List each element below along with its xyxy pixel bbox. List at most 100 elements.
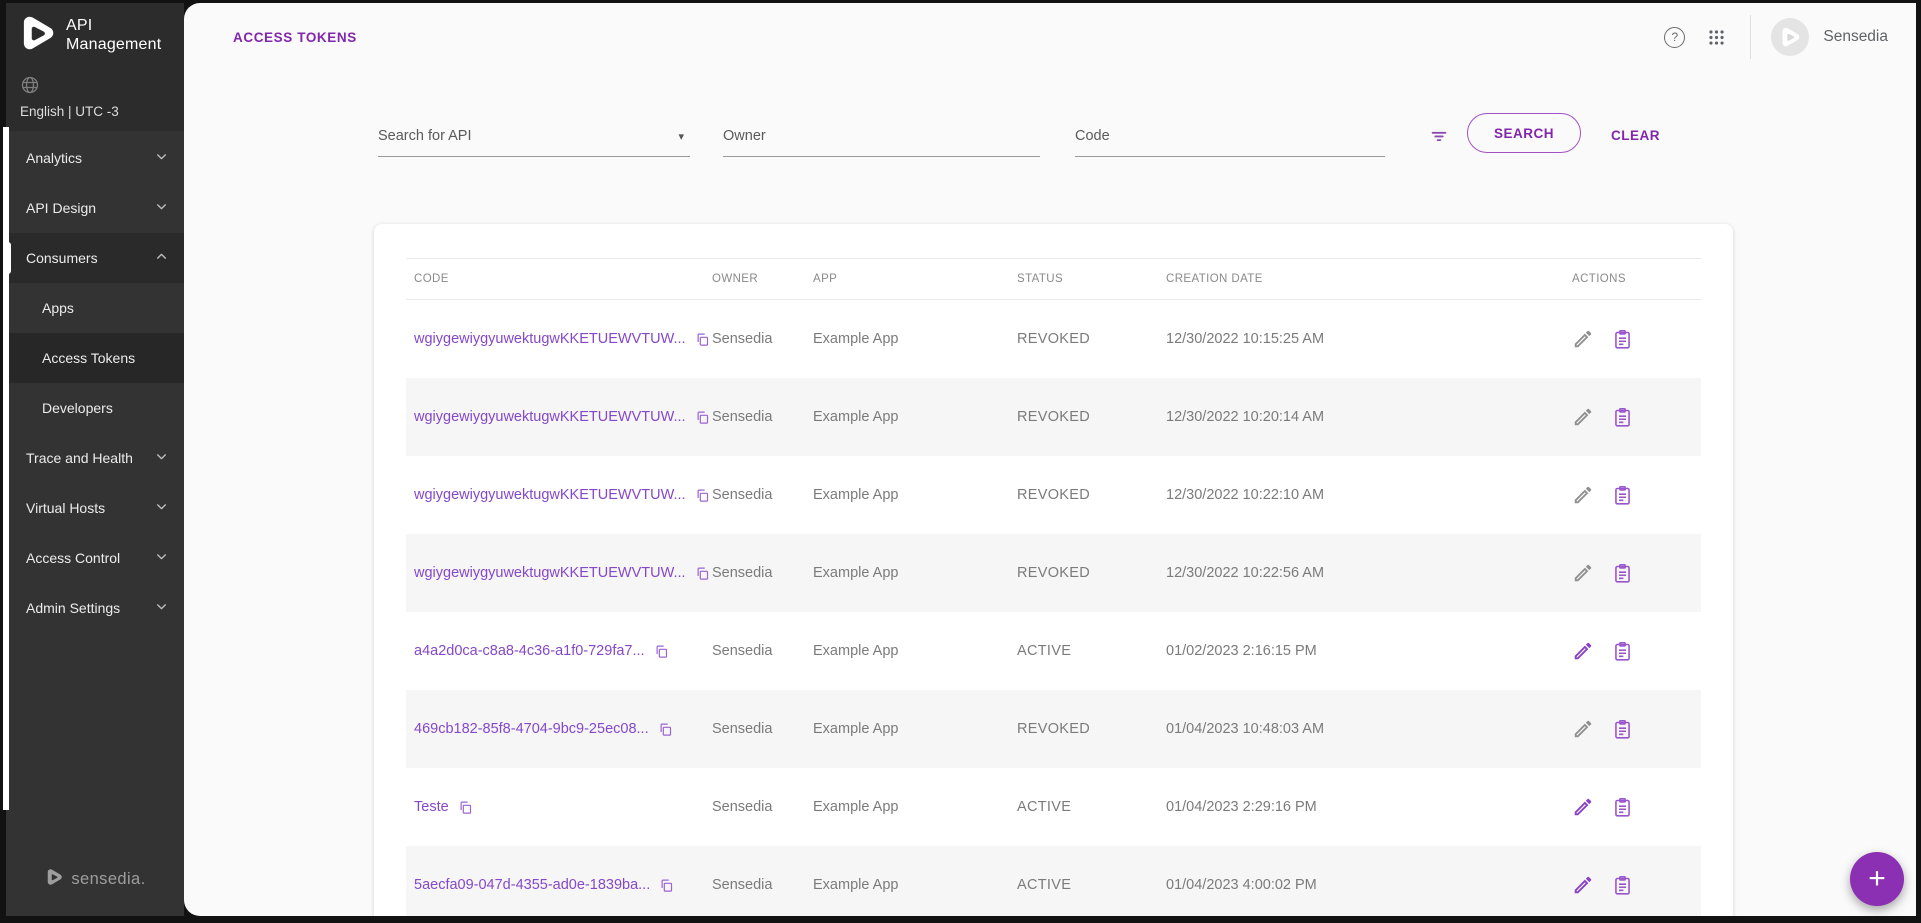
column-header-owner: OWNER (712, 273, 813, 285)
sidebar-item-analytics[interactable]: Analytics (6, 133, 184, 183)
clipboard-icon[interactable] (1612, 797, 1633, 818)
token-code-link[interactable]: Teste (414, 799, 449, 815)
edit-icon[interactable] (1572, 640, 1594, 662)
chevron-down-icon (155, 500, 168, 516)
apps-grid-button[interactable] (1707, 28, 1726, 47)
dropdown-arrow-icon: ▾ (678, 130, 684, 143)
copy-icon[interactable] (695, 566, 710, 581)
copy-icon[interactable] (654, 644, 669, 659)
sidebar-item-label: Virtual Hosts (26, 500, 105, 516)
column-header-code: CODE (414, 273, 712, 285)
sidebar-item-label: Access Tokens (42, 350, 135, 366)
token-code-link[interactable]: wgiygewiygyuwektugwKKETUEWVTUW... (414, 487, 686, 503)
column-header-creation-date: CREATION DATE (1166, 273, 1572, 285)
app-cell: Example App (813, 877, 1017, 893)
copy-icon[interactable] (658, 722, 673, 737)
clipboard-icon[interactable] (1612, 563, 1633, 584)
app-cell: Example App (813, 721, 1017, 737)
sidebar-item-label: Developers (42, 400, 113, 416)
clipboard-icon[interactable] (1612, 719, 1633, 740)
status-cell: ACTIVE (1017, 877, 1166, 893)
sidebar-scrollbar[interactable] (3, 127, 9, 810)
copy-icon[interactable] (695, 332, 710, 347)
sidebar-item-access-control[interactable]: Access Control (6, 533, 184, 583)
api-select[interactable]: Search for API ▾ (378, 128, 690, 157)
owner-cell: Sensedia (712, 799, 813, 815)
edit-icon[interactable] (1572, 484, 1594, 506)
status-cell: REVOKED (1017, 565, 1166, 581)
logo-title: API Management (66, 16, 161, 54)
sensedia-icon (44, 867, 64, 892)
edit-icon[interactable] (1572, 874, 1594, 896)
language-selector[interactable]: English | UTC -3 (6, 67, 184, 131)
sidebar-item-trace-and-health[interactable]: Trace and Health (6, 433, 184, 483)
clipboard-icon[interactable] (1612, 485, 1633, 506)
sidebar-item-admin-settings[interactable]: Admin Settings (6, 583, 184, 633)
table-header: CODE OWNER APP STATUS CREATION DATE ACTI… (406, 258, 1701, 300)
sidebar-item-label: Access Control (26, 550, 120, 566)
filter-bar: Search for API ▾ SEARCH CLEAR (184, 101, 1916, 157)
edit-icon[interactable] (1572, 796, 1594, 818)
code-cell: wgiygewiygyuwektugwKKETUEWVTUW... (414, 565, 712, 581)
edit-icon[interactable] (1572, 328, 1594, 350)
creation-date-cell: 01/04/2023 2:29:16 PM (1166, 799, 1572, 815)
owner-input[interactable] (723, 128, 1040, 157)
actions-cell (1572, 640, 1701, 662)
sidebar-item-access-tokens[interactable]: Access Tokens (6, 333, 184, 383)
app-cell: Example App (813, 799, 1017, 815)
filter-button[interactable] (1428, 125, 1450, 147)
sidebar-item-virtual-hosts[interactable]: Virtual Hosts (6, 483, 184, 533)
sidebar-item-apps[interactable]: Apps (6, 283, 184, 333)
edit-icon[interactable] (1572, 562, 1594, 584)
column-header-actions: ACTIONS (1572, 273, 1701, 285)
token-code-link[interactable]: 5aecfa09-047d-4355-ad0e-1839ba... (414, 877, 650, 893)
token-code-link[interactable]: 469cb182-85f8-4704-9bc9-25ec08... (414, 721, 649, 737)
search-button[interactable]: SEARCH (1467, 113, 1581, 153)
sidebar-item-api-design[interactable]: API Design (6, 183, 184, 233)
edit-icon[interactable] (1572, 406, 1594, 428)
language-label: English | UTC -3 (20, 104, 184, 119)
table-row: 469cb182-85f8-4704-9bc9-25ec08... Sensed… (406, 690, 1701, 768)
token-code-link[interactable]: wgiygewiygyuwektugwKKETUEWVTUW... (414, 409, 686, 425)
avatar (1771, 18, 1809, 56)
code-cell: wgiygewiygyuwektugwKKETUEWVTUW... (414, 487, 712, 503)
table-row: wgiygewiygyuwektugwKKETUEWVTUW... Sensed… (406, 300, 1701, 378)
table-row: wgiygewiygyuwektugwKKETUEWVTUW... Sensed… (406, 534, 1701, 612)
copy-icon[interactable] (659, 878, 674, 893)
token-code-link[interactable]: wgiygewiygyuwektugwKKETUEWVTUW... (414, 565, 686, 581)
clipboard-icon[interactable] (1612, 641, 1633, 662)
code-cell: Teste (414, 799, 712, 815)
clipboard-icon[interactable] (1612, 407, 1633, 428)
column-header-app: APP (813, 273, 1017, 285)
help-button[interactable]: ? (1664, 27, 1685, 48)
code-input[interactable] (1075, 128, 1385, 157)
owner-cell: Sensedia (712, 409, 813, 425)
api-select-placeholder: Search for API (378, 128, 472, 144)
clipboard-icon[interactable] (1612, 329, 1633, 350)
app-window: API Management English | UTC -3 Analytic… (0, 0, 1921, 923)
vertical-divider (1750, 15, 1751, 59)
user-menu[interactable]: Sensedia (1771, 18, 1888, 56)
token-code-link[interactable]: a4a2d0ca-c8a8-4c36-a1f0-729fa7... (414, 643, 645, 659)
top-bar: ACCESS TOKENS ? (184, 3, 1916, 71)
api-management-logo[interactable]: API Management (6, 3, 184, 67)
token-code-link[interactable]: wgiygewiygyuwektugwKKETUEWVTUW... (414, 331, 686, 347)
status-cell: ACTIVE (1017, 643, 1166, 659)
add-token-fab[interactable]: + (1850, 852, 1904, 906)
copy-icon[interactable] (695, 410, 710, 425)
edit-icon[interactable] (1572, 718, 1594, 740)
app-cell: Example App (813, 409, 1017, 425)
sidebar-item-consumers[interactable]: Consumers (6, 233, 184, 283)
clipboard-icon[interactable] (1612, 875, 1633, 896)
copy-icon[interactable] (458, 800, 473, 815)
question-mark-glyph: ? (1672, 30, 1679, 44)
clear-button[interactable]: CLEAR (1611, 128, 1660, 143)
code-cell: wgiygewiygyuwektugwKKETUEWVTUW... (414, 331, 712, 347)
sidebar-item-developers[interactable]: Developers (6, 383, 184, 433)
brand-name: sensedia. (71, 870, 145, 889)
copy-icon[interactable] (695, 488, 710, 503)
code-cell: 469cb182-85f8-4704-9bc9-25ec08... (414, 721, 712, 737)
table-row: wgiygewiygyuwektugwKKETUEWVTUW... Sensed… (406, 456, 1701, 534)
app-cell: Example App (813, 643, 1017, 659)
owner-cell: Sensedia (712, 877, 813, 893)
